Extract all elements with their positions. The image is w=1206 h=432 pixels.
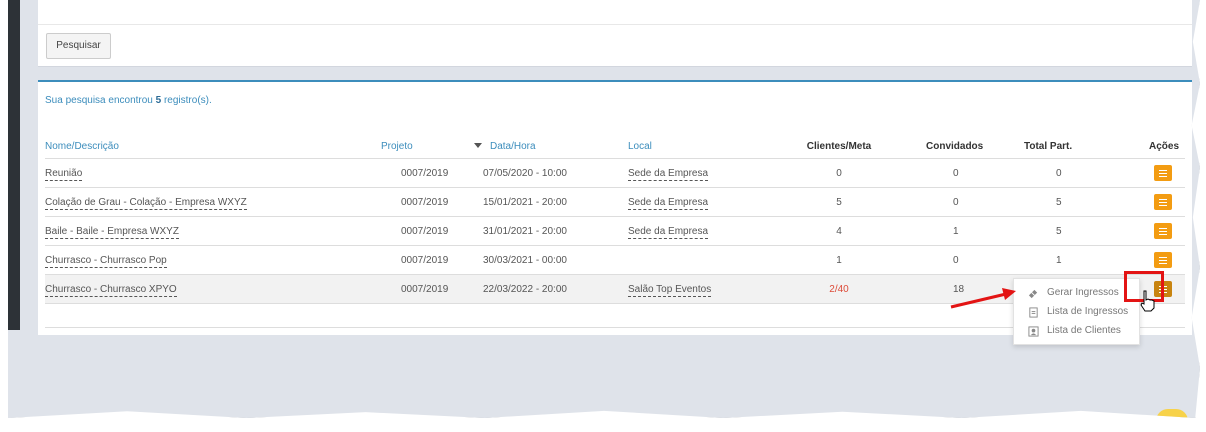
header-row: Nome/Descrição Projeto Data/Hora Local C… [45,134,1185,159]
page-background: Pesquisar Sua pesquisa encontrou 5 regis… [8,0,1200,418]
row-nome[interactable]: Reunião [45,167,83,181]
row-projeto: 0007/2019 [381,274,474,304]
row-clientes: 0 [758,158,920,188]
row-clientes: 5 [758,187,920,217]
menu-item-label: Lista de Clientes [1047,325,1121,336]
row-convidados: 0 [920,158,996,188]
divider [38,24,1192,25]
actions-menu-button[interactable] [1154,252,1172,268]
table-row: Churrasco - Churrasco Pop 0007/2019 30/0… [45,245,1185,275]
row-data: 31/01/2021 - 20:00 [474,216,628,246]
hand-cursor-icon [1140,290,1155,312]
row-convidados: 0 [920,245,996,275]
menu-item-label: Lista de Ingressos [1047,306,1129,317]
menu-lines-icon [1159,257,1167,258]
row-data: 30/03/2021 - 00:00 [474,245,628,275]
results-summary: Sua pesquisa encontrou 5 registro(s). [45,95,212,106]
row-projeto: 0007/2019 [381,187,474,217]
sidebar-edge [8,0,20,330]
document-icon [1029,307,1038,318]
row-local[interactable]: Sede da Empresa [628,196,709,210]
row-nome[interactable]: Churrasco - Churrasco Pop [45,254,167,268]
sort-desc-icon [474,143,482,149]
user-card-icon [1028,326,1039,337]
actions-dropdown-menu: Gerar Ingressos Lista de Ingressos Lista… [1013,278,1140,345]
col-convidados-header: Convidados [920,134,996,159]
table-row: Baile - Baile - Empresa WXYZ 0007/2019 3… [45,216,1185,246]
col-local-header[interactable]: Local [628,134,758,159]
row-total: 1 [996,245,1132,275]
table-row: Colação de Grau - Colação - Empresa WXYZ… [45,187,1185,217]
col-nome-header[interactable]: Nome/Descrição [45,134,381,159]
row-local[interactable]: Sede da Empresa [628,167,709,181]
summary-prefix: Sua pesquisa encontrou [45,95,156,106]
row-projeto: 0007/2019 [381,245,474,275]
actions-menu-button[interactable] [1154,194,1172,210]
menu-lines-icon [1159,199,1167,200]
row-data: 07/05/2020 - 10:00 [474,158,628,188]
menu-lines-icon [1159,170,1167,171]
row-nome[interactable]: Baile - Baile - Empresa WXYZ [45,225,179,239]
row-local[interactable]: Salão Top Eventos [628,283,712,297]
menu-lines-icon [1159,228,1167,229]
actions-menu-button[interactable] [1154,165,1172,181]
row-clientes: 4 [758,216,920,246]
summary-suffix: registro(s). [161,95,212,106]
search-panel: Pesquisar [38,0,1192,67]
row-convidados: 1 [920,216,996,246]
row-nome[interactable]: Colação de Grau - Colação - Empresa WXYZ [45,196,247,210]
col-clientes-header: Clientes/Meta [758,134,920,159]
col-data-label: Data/Hora [490,140,536,152]
col-projeto-header[interactable]: Projeto [381,134,474,159]
row-nome[interactable]: Churrasco - Churrasco XPYO [45,283,177,297]
col-acoes-header: Ações [1132,134,1185,159]
row-total: 0 [996,158,1132,188]
ticket-icon [1028,289,1038,299]
row-projeto: 0007/2019 [381,158,474,188]
row-data: 22/03/2022 - 20:00 [474,274,628,304]
table-row: Reunião 0007/2019 07/05/2020 - 10:00 Sed… [45,158,1185,188]
row-total: 5 [996,216,1132,246]
row-convidados: 0 [920,187,996,217]
chat-widget[interactable] [1156,409,1188,418]
col-total-header: Total Part. [996,134,1132,159]
row-clientes: 1 [758,245,920,275]
row-total: 5 [996,187,1132,217]
row-local[interactable]: Sede da Empresa [628,225,709,239]
red-arrow-icon [950,288,1016,309]
search-button[interactable]: Pesquisar [46,33,111,59]
actions-menu-button[interactable] [1154,223,1172,239]
row-clientes: 2/40 [758,274,920,304]
row-projeto: 0007/2019 [381,216,474,246]
col-data-header[interactable]: Data/Hora [474,134,628,159]
row-data: 15/01/2021 - 20:00 [474,187,628,217]
menu-item-label: Gerar Ingressos [1047,287,1119,298]
